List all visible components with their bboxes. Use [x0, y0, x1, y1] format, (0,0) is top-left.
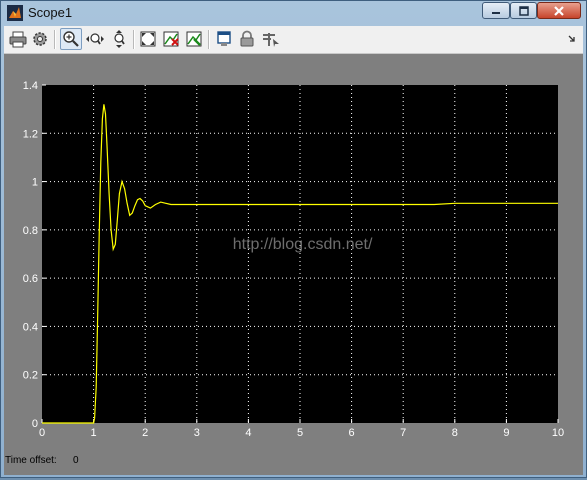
y-tick-label: 0.8 [23, 225, 38, 237]
float-button[interactable] [213, 28, 235, 50]
x-tick-label: 1 [91, 427, 97, 439]
matlab-icon [7, 5, 23, 21]
scope-content-area: 0 1 2 3 4 5 6 7 8 9 10 0 0.2 0.4 0.6 0.8 1 1.2 1.4 http://b… [4, 54, 583, 475]
x-tick-label: 0 [39, 427, 45, 439]
parameters-button[interactable] [29, 28, 51, 50]
save-axes-icon [163, 31, 179, 47]
zoom-x-button[interactable] [84, 28, 106, 50]
save-axes-button[interactable] [160, 28, 182, 50]
y-tick-label: 1 [32, 177, 38, 189]
zoom-x-icon [86, 33, 104, 45]
x-tick-label: 3 [194, 427, 200, 439]
minimize-button[interactable] [482, 2, 510, 19]
lock-icon [240, 30, 254, 47]
title-bar[interactable]: Scope1 [1, 1, 586, 25]
toolbar-separator [133, 30, 135, 49]
maximize-button[interactable] [510, 2, 537, 19]
float-icon [217, 31, 231, 46]
y-tick-label: 1.4 [23, 80, 38, 92]
scope-plot[interactable]: 0 1 2 3 4 5 6 7 8 9 10 0 0.2 0.4 0.6 0.8 1 1.2 1.4 http://b… [4, 54, 583, 475]
close-button[interactable] [537, 2, 581, 19]
x-tick-label: 2 [142, 427, 148, 439]
time-offset-value: 0 [73, 455, 79, 466]
x-tick-label: 10 [552, 427, 564, 439]
signal-selection-icon [263, 33, 279, 47]
x-tick-label: 8 [452, 427, 458, 439]
x-tick-label: 6 [349, 427, 355, 439]
zoom-y-button[interactable] [108, 28, 130, 50]
y-tick-label: 0.4 [23, 321, 38, 333]
signal-selection-button[interactable] [260, 28, 282, 50]
x-tick-label: 4 [245, 427, 251, 439]
dock-menu-button[interactable] [564, 28, 580, 50]
x-tick-label: 9 [503, 427, 509, 439]
watermark-text: http://blog.csdn.net/ [233, 236, 373, 253]
minimize-icon [492, 11, 500, 14]
y-tick-label: 0 [32, 418, 38, 430]
restore-axes-icon [186, 31, 202, 47]
gear-icon [33, 32, 47, 46]
y-tick-label: 0.2 [23, 370, 38, 382]
maximize-icon [518, 5, 529, 16]
print-button[interactable] [7, 28, 29, 50]
dock-arrow-icon [568, 35, 575, 42]
autoscale-button[interactable] [137, 28, 159, 50]
window-title: Scope1 [28, 5, 73, 20]
scope-window: Scope1 0 1 2 3 4 5 6 7 8 9 10 0 0.2 0.4 … [0, 0, 587, 478]
autoscale-icon [140, 31, 156, 47]
toolbar-separator [208, 30, 210, 49]
close-icon [554, 5, 564, 16]
zoom-button[interactable] [60, 28, 82, 50]
restore-axes-button[interactable] [183, 28, 205, 50]
toolbar-separator [54, 30, 56, 49]
x-tick-label: 7 [400, 427, 406, 439]
zoom-y-icon [114, 30, 125, 48]
zoom-in-icon [63, 31, 79, 47]
y-tick-label: 0.6 [23, 273, 38, 285]
scope-toolbar [4, 26, 583, 54]
lock-button[interactable] [236, 28, 258, 50]
x-tick-label: 5 [297, 427, 303, 439]
printer-icon [9, 31, 27, 48]
time-offset-label: Time offset: [5, 455, 57, 466]
y-tick-label: 1.2 [23, 128, 38, 140]
